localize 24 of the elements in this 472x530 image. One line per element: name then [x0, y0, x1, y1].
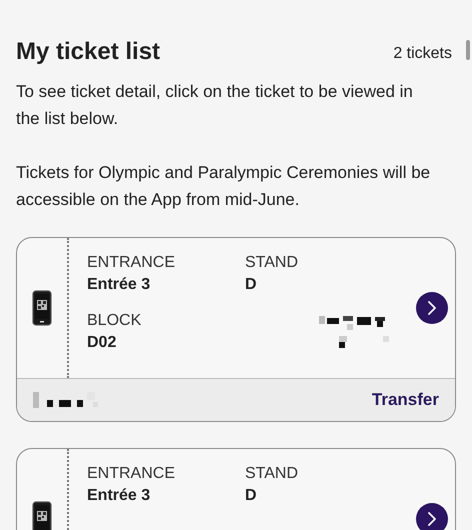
- info-text: Tickets for Olympic and Paralympic Ceremonies will be accessible on the App from mid-June.: [16, 162, 432, 211]
- field-label: STAND: [245, 464, 300, 484]
- field-value: Entrée 3: [87, 275, 152, 295]
- transfer-link[interactable]: Transfer: [372, 387, 439, 413]
- field-value: Entrée 3: [87, 486, 152, 506]
- info-text: To see ticket detail, click on the ticket to be viewed in the list below.: [16, 81, 414, 130]
- field-value: D02: [87, 333, 118, 353]
- field-value: D: [245, 486, 258, 506]
- field-label: STAND: [245, 253, 300, 273]
- ticket-card[interactable]: ENTRANCE Entrée 3 STAND D BLOCK D02 Transfer: [16, 237, 456, 422]
- ticket-count: 2 tickets: [393, 44, 453, 64]
- open-ticket-button[interactable]: [416, 503, 448, 530]
- ticket-card[interactable]: ENTRANCE Entrée 3 STAND D: [16, 448, 456, 530]
- chevron-right-icon: [426, 300, 438, 316]
- phone-qr-icon: [32, 290, 52, 326]
- scrollbar: [466, 40, 470, 60]
- field-value: D: [245, 275, 258, 295]
- page-title: My ticket list: [16, 37, 160, 67]
- open-ticket-button[interactable]: [416, 292, 448, 324]
- chevron-right-icon: [426, 511, 438, 527]
- phone-qr-icon: [32, 501, 52, 530]
- field-label: ENTRANCE: [87, 464, 176, 484]
- field-label: BLOCK: [87, 311, 142, 331]
- field-label: ENTRANCE: [87, 253, 176, 273]
